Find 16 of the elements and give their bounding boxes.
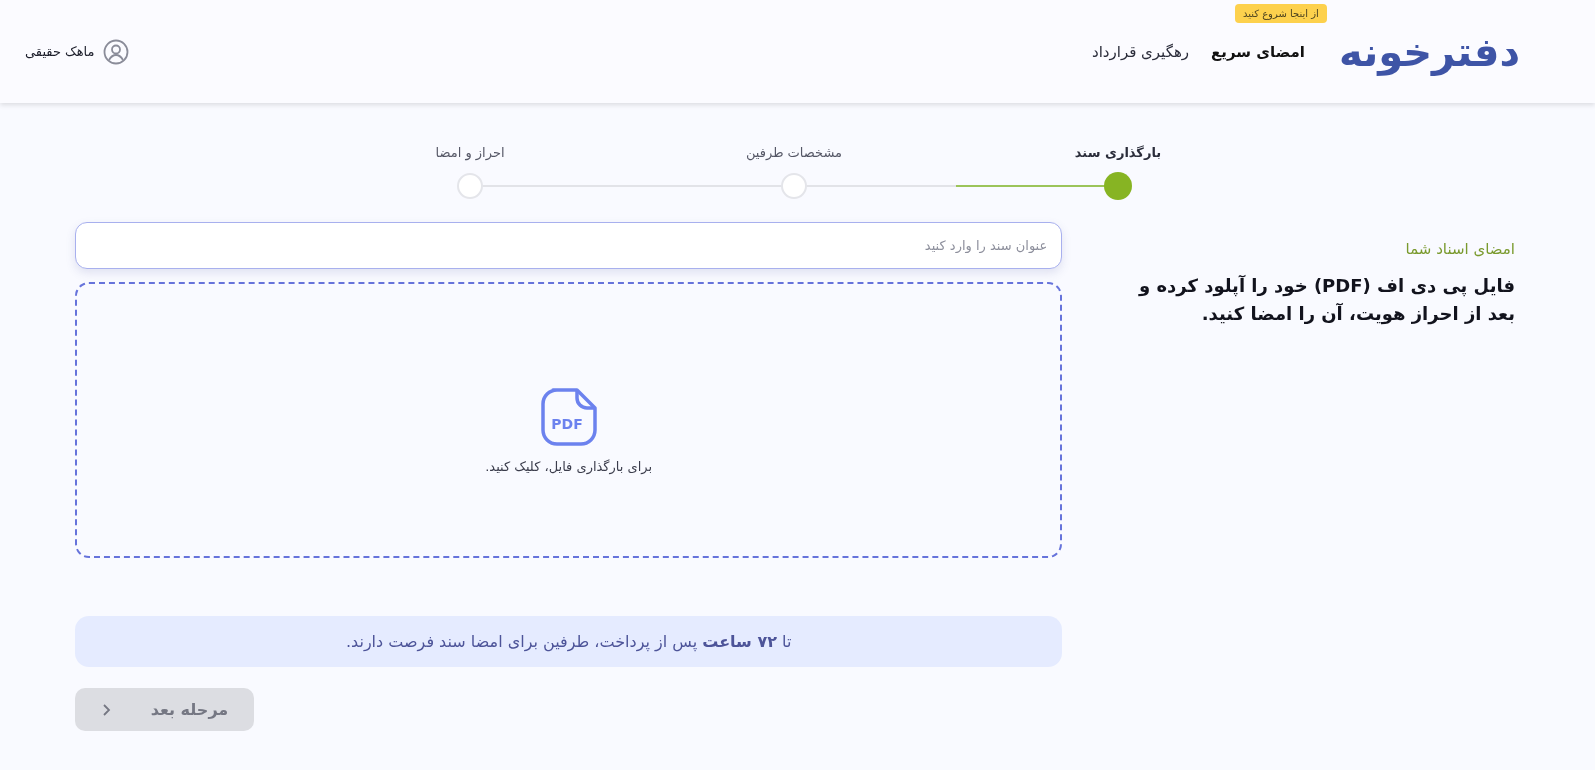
logo[interactable]: دفترخونه (1338, 28, 1520, 75)
user-icon[interactable] (102, 38, 129, 65)
user-name[interactable]: ماهک حقیقی (25, 44, 95, 59)
section-heading: امضای اسناد شما (1404, 240, 1515, 258)
upload-hint: برای بارگذاری فایل، کلیک کنید. (485, 458, 653, 474)
pdf-file-icon: PDF (538, 386, 599, 447)
step-label: بارگذاری سند (1074, 145, 1162, 160)
step-label: احراز و امضا (435, 145, 505, 160)
chevron-icon (100, 702, 111, 717)
nav-link[interactable]: رهگیری قرارداد (1091, 43, 1190, 61)
nav-link[interactable]: امضای سریع (1211, 43, 1305, 61)
tooltip-badge: از اینجا شروع کنید (1234, 4, 1327, 23)
info-notice: تا ۷۲ ساعت پس از پرداخت، طرفین برای امضا سند فرصت دارند. (345, 632, 792, 651)
step-label: مشخصات طرفین (745, 145, 843, 160)
intro-text: فایل پی دی اف (PDF) خود را آپلود کرده و بعد از احراز هویت، آن را امضا کنید. (1137, 274, 1515, 327)
title-input-field[interactable]: عنوان سند را وارد کنید (75, 222, 1063, 269)
